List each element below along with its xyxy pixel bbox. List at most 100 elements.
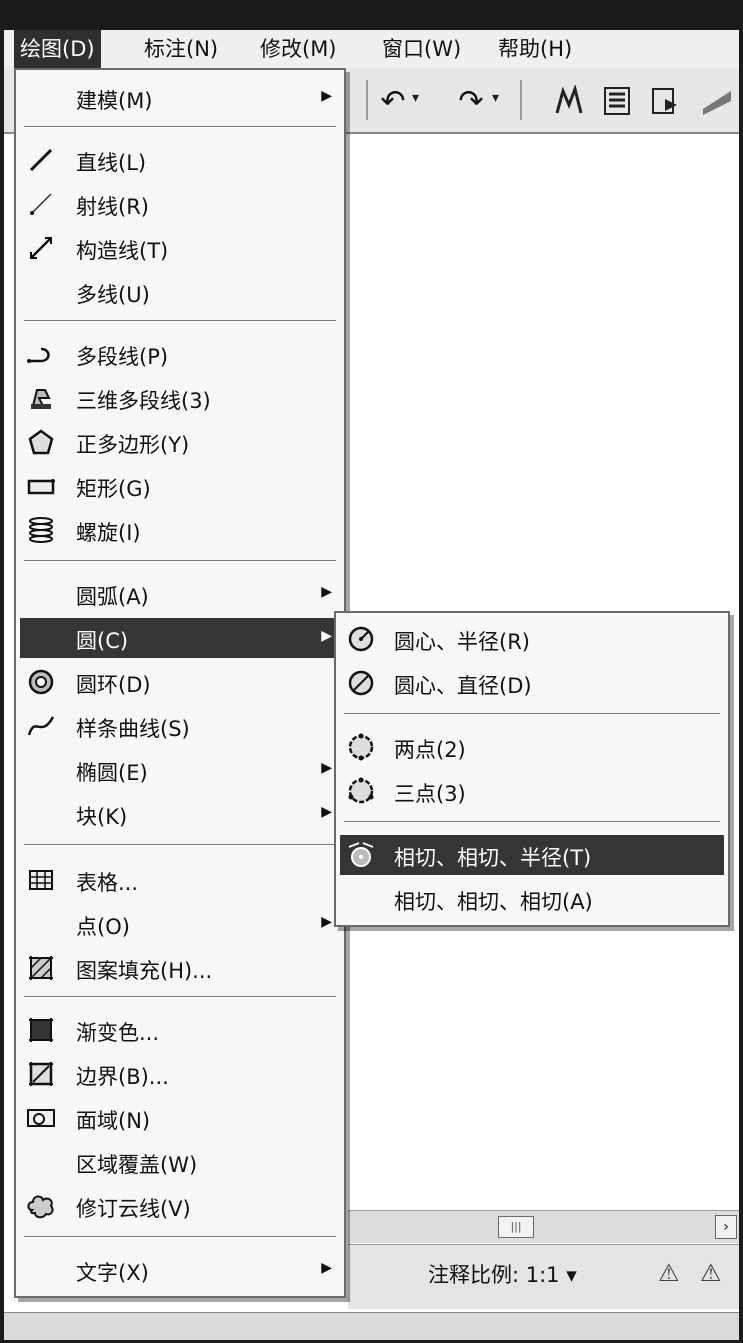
menu-item-label: 螺旋(I) (76, 521, 141, 545)
menu-item-label: 直线(L) (76, 151, 147, 175)
circle-ttr-icon (346, 840, 376, 870)
menu-item-xline[interactable]: 构造线(T) (20, 228, 340, 268)
menu-item-label: 边界(B)... (76, 1065, 169, 1089)
submenu-arrow-icon: ▶ (321, 88, 332, 104)
circle-center-radius-icon (346, 624, 376, 654)
menu-help[interactable]: 帮助(H) (492, 30, 578, 68)
menu-item-center-radius[interactable]: 圆心、半径(R) (340, 619, 724, 659)
menu-item-helix[interactable]: 螺旋(I) (20, 510, 340, 550)
menu-dimension[interactable]: 标注(N) (138, 30, 224, 68)
menu-item-label: 圆心、半径(R) (394, 630, 530, 654)
circle-center-diameter-icon (346, 668, 376, 698)
menu-item-label: 面域(N) (76, 1109, 151, 1133)
menu-item-polygon[interactable]: 正多边形(Y) (20, 422, 340, 462)
menu-item-3dpoly[interactable]: 三维多段线(3) (20, 378, 340, 418)
title-bar (4, 4, 739, 30)
properties-icon[interactable] (600, 84, 634, 118)
menu-item-spline[interactable]: 样条曲线(S) (20, 706, 340, 746)
menu-item-gradient[interactable]: 渐变色... (20, 1010, 340, 1050)
menu-item-rectangle[interactable]: 矩形(G) (20, 466, 340, 506)
scroll-thumb[interactable]: ||| (498, 1216, 534, 1238)
line-icon (26, 145, 56, 175)
menu-item-label: 样条曲线(S) (76, 717, 190, 741)
toolbar-separator (366, 80, 368, 120)
menu-item-ray[interactable]: 射线(R) (20, 184, 340, 224)
menu-item-2point[interactable]: 两点(2) (340, 727, 724, 767)
menu-modify[interactable]: 修改(M) (254, 30, 343, 68)
menu-item-pline[interactable]: 多段线(P) (20, 334, 340, 374)
menu-separator (24, 320, 336, 322)
menu-bar: 绘图(D) 标注(N) 修改(M) 窗口(W) 帮助(H) (4, 30, 739, 69)
menu-item-label: 三维多段线(3) (76, 389, 211, 413)
menu-item-label: 区域覆盖(W) (76, 1153, 198, 1177)
menu-item-tan-tan-radius[interactable]: 相切、相切、半径(T) (340, 835, 724, 875)
menu-item-label: 两点(2) (394, 738, 466, 762)
menu-item-arc[interactable]: 圆弧(A) ▶ (20, 574, 340, 614)
submenu-arrow-icon: ▶ (321, 914, 332, 930)
redo-dropdown[interactable]: ▾ (492, 90, 499, 106)
revcloud-icon (26, 1191, 56, 1221)
menu-item-text[interactable]: 文字(X) ▶ (20, 1250, 340, 1290)
boundary-icon (26, 1059, 56, 1089)
menu-item-hatch[interactable]: 图案填充(H)... (20, 948, 340, 988)
menu-item-label: 点(O) (76, 915, 130, 939)
menu-item-line[interactable]: 直线(L) (20, 140, 340, 180)
menu-item-table[interactable]: 表格... (20, 860, 340, 900)
menu-item-label: 表格... (76, 871, 139, 895)
toolbar-separator (520, 80, 522, 120)
menu-item-block[interactable]: 块(K) ▶ (20, 794, 340, 834)
menu-item-point[interactable]: 点(O) ▶ (20, 904, 340, 944)
submenu-arrow-icon: ▶ (321, 804, 332, 820)
menu-item-label: 正多边形(Y) (76, 433, 190, 457)
menu-item-label: 矩形(G) (76, 477, 151, 501)
bottom-bar (4, 1312, 739, 1340)
menu-separator (344, 821, 720, 823)
menu-item-ellipse[interactable]: 椭圆(E) ▶ (20, 750, 340, 790)
menu-separator (24, 844, 336, 846)
redo-icon[interactable]: ↷ (454, 84, 488, 119)
annotation-visibility-icon[interactable]: ⚠ (658, 1259, 680, 1287)
menu-item-mline[interactable]: 多线(U) (20, 272, 340, 312)
menu-separator (344, 713, 720, 715)
menu-item-label: 椭圆(E) (76, 761, 148, 785)
submenu-arrow-icon: ▶ (321, 1260, 332, 1276)
menu-item-revcloud[interactable]: 修订云线(V) (20, 1186, 340, 1226)
menu-item-label: 构造线(T) (76, 239, 169, 263)
menu-draw[interactable]: 绘图(D) (14, 30, 101, 68)
submenu-arrow-icon: ▶ (321, 760, 332, 776)
menu-item-label: 多线(U) (76, 283, 150, 307)
menu-item-wipeout[interactable]: 区域覆盖(W) (20, 1142, 340, 1182)
scroll-right-arrow[interactable]: › (715, 1215, 737, 1239)
design-center-icon[interactable] (648, 84, 682, 118)
draw-menu: 建模(M) ▶ 直线(L) 射线(R) 构造线(T) 多线(U) 多段线(P) … (14, 68, 346, 1298)
polygon-icon (26, 427, 56, 457)
menu-item-label: 图案填充(H)... (76, 959, 213, 983)
undo-dropdown[interactable]: ▾ (412, 90, 419, 106)
menu-item-region[interactable]: 面域(N) (20, 1098, 340, 1138)
annotation-scale[interactable]: 注释比例: 1:1 ▾ (428, 1259, 577, 1289)
auto-scale-icon[interactable]: ⚠ (700, 1259, 722, 1287)
undo-icon[interactable]: ↶ (376, 84, 410, 119)
menu-window[interactable]: 窗口(W) (376, 30, 467, 68)
menu-item-tan-tan-tan[interactable]: 相切、相切、相切(A) (340, 879, 724, 919)
menu-item-boundary[interactable]: 边界(B)... (20, 1054, 340, 1094)
menu-item-circle[interactable]: 圆(C) ▶ (20, 618, 340, 658)
menu-item-label: 建模(M) (76, 89, 153, 113)
construction-line-icon (26, 233, 56, 263)
menu-separator (24, 996, 336, 998)
circle-submenu: 圆心、半径(R) 圆心、直径(D) 两点(2) 三点(3) 相切、相切、半径(T… (334, 611, 730, 927)
status-bar: 注释比例: 1:1 ▾ ⚠ ⚠ (348, 1244, 739, 1309)
menu-item-center-diameter[interactable]: 圆心、直径(D) (340, 663, 724, 703)
submenu-arrow-icon: ▶ (321, 628, 332, 644)
menu-item-3point[interactable]: 三点(3) (340, 771, 724, 811)
menu-item-modeling[interactable]: 建模(M) ▶ (20, 78, 340, 118)
menu-separator (24, 126, 336, 128)
tool-palettes-icon[interactable] (700, 84, 734, 118)
horizontal-scrollbar[interactable]: ||| › (348, 1210, 739, 1243)
submenu-arrow-icon: ▶ (321, 584, 332, 600)
hatch-icon (26, 953, 56, 983)
menu-item-donut[interactable]: 圆环(D) (20, 662, 340, 702)
circle-3point-icon (346, 776, 376, 806)
pan-realtime-icon[interactable] (552, 84, 586, 118)
menu-item-label: 三点(3) (394, 782, 466, 806)
